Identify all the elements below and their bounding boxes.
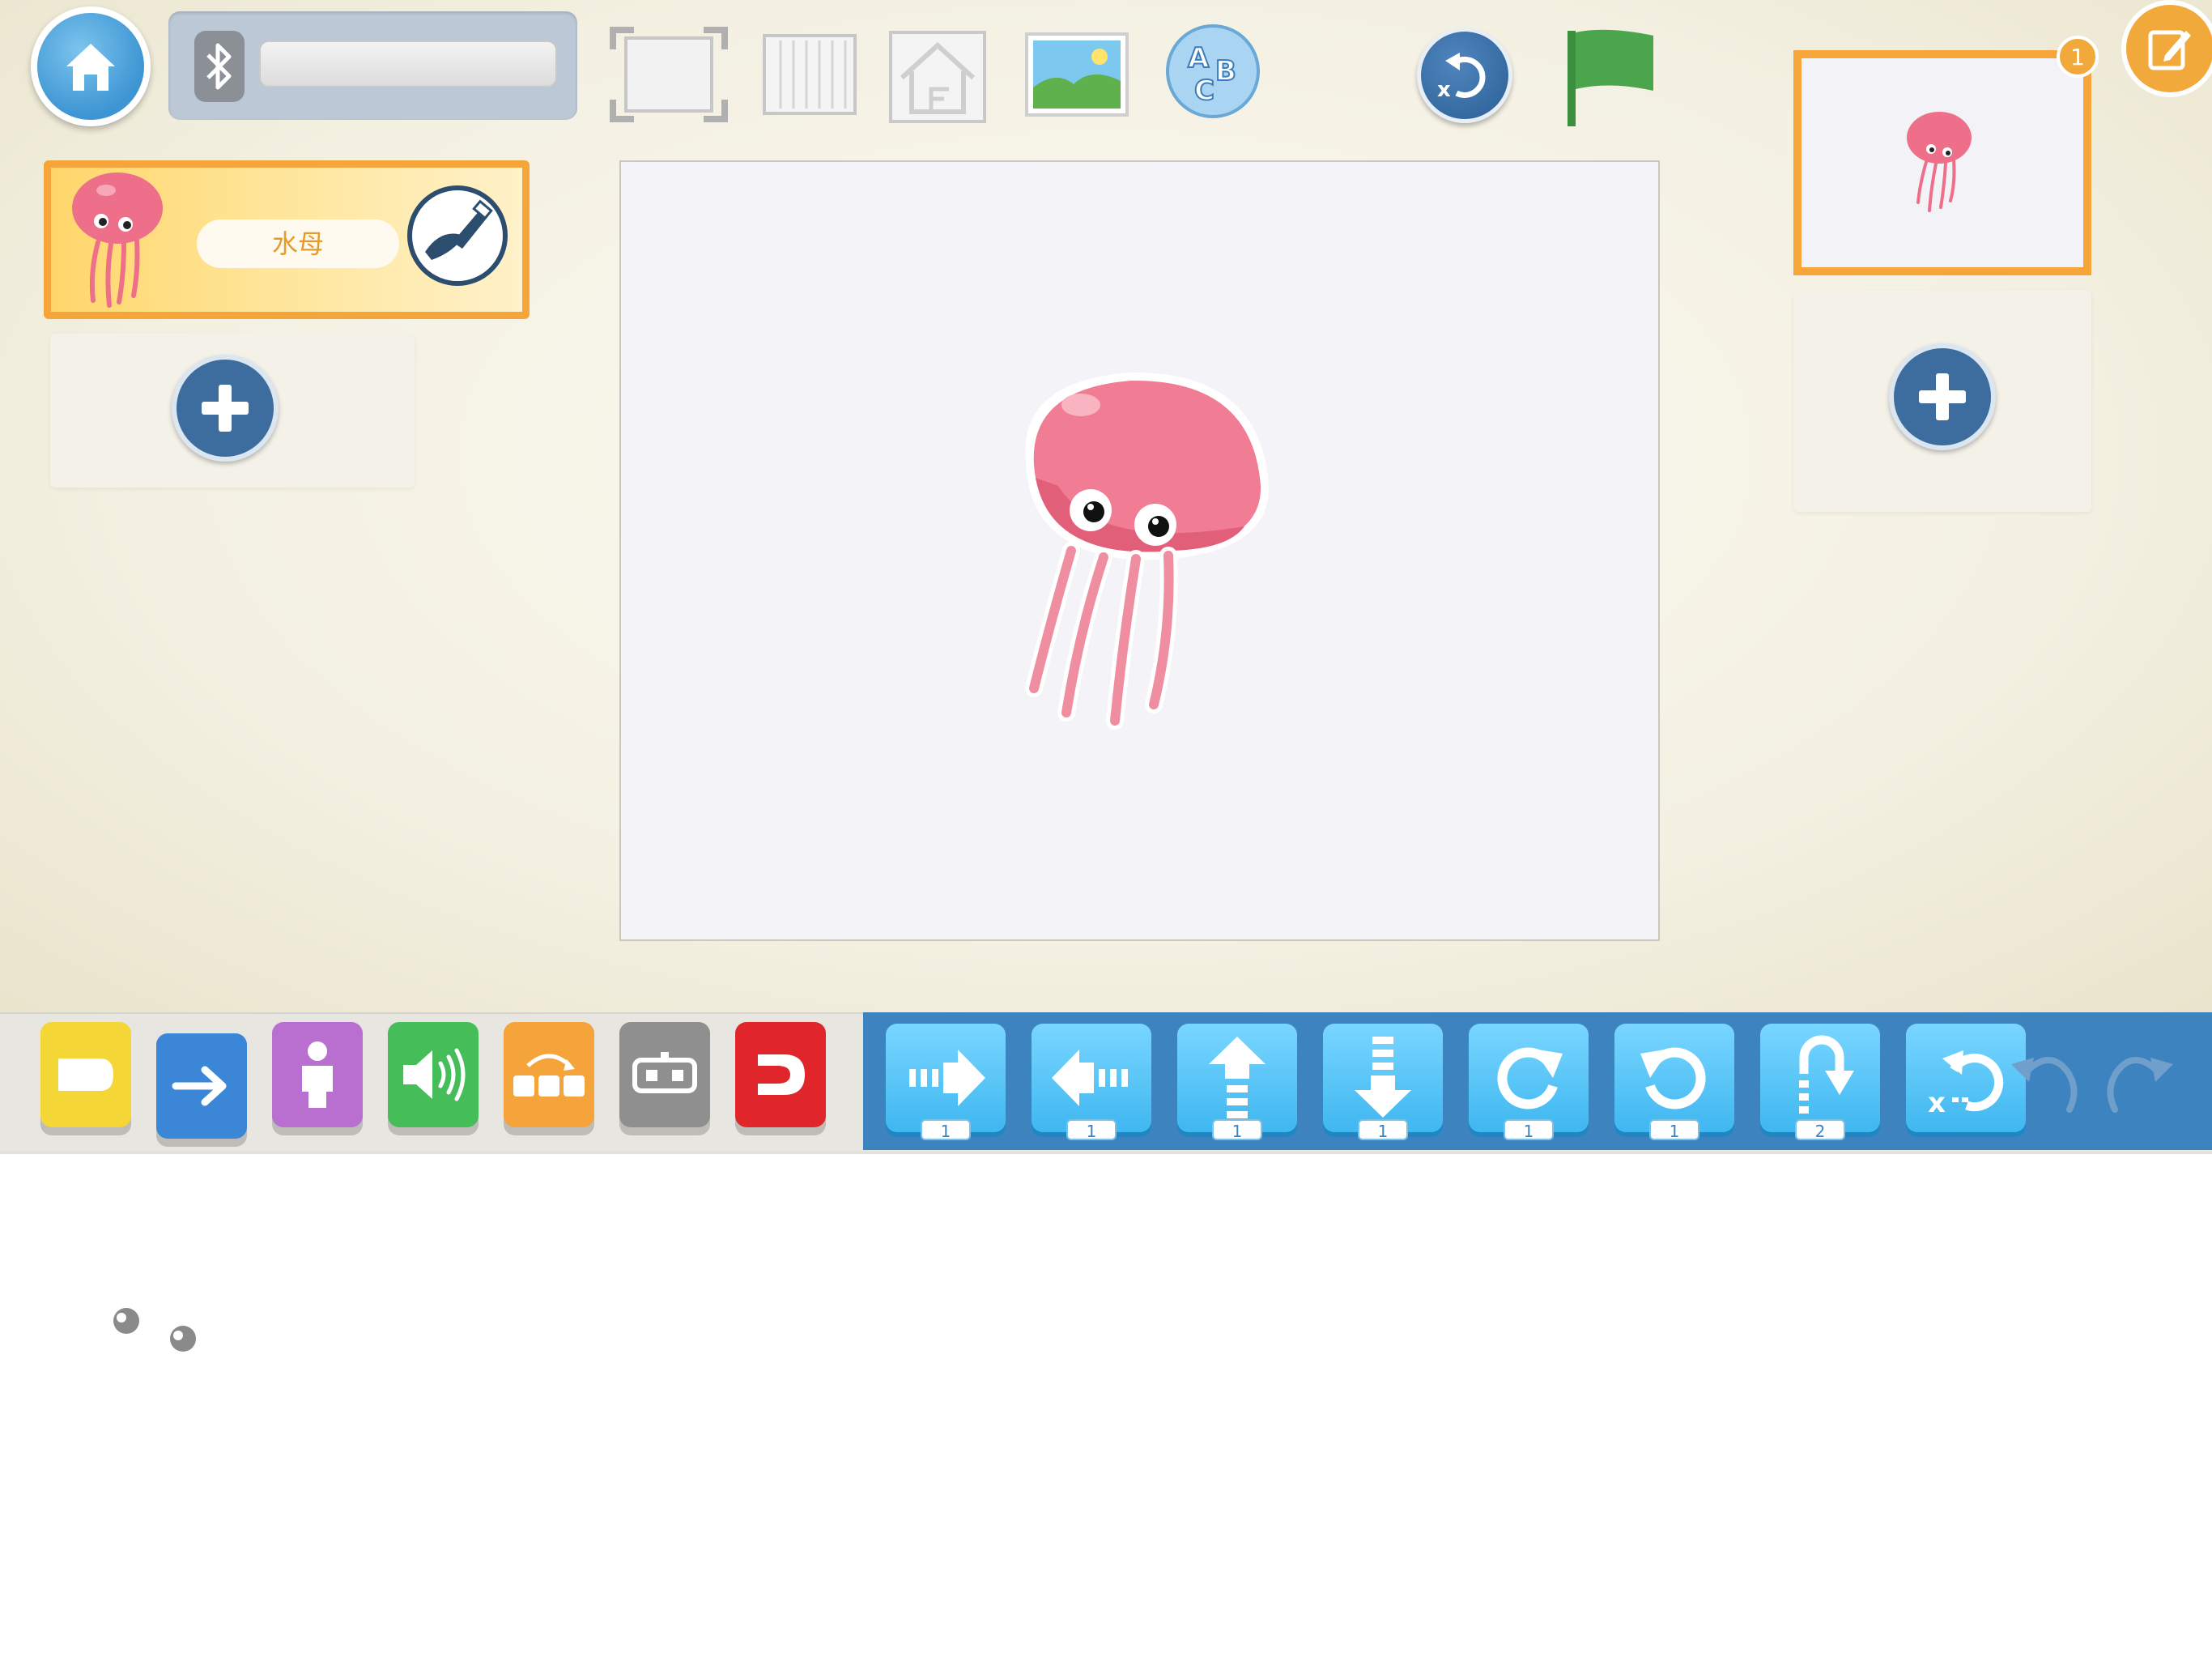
speaker-icon xyxy=(403,1048,466,1101)
paintbrush-icon xyxy=(425,199,493,260)
plus-icon xyxy=(202,385,249,432)
category-end[interactable] xyxy=(735,1022,826,1127)
add-page-button[interactable] xyxy=(1889,343,1996,450)
go-home-icon: x xyxy=(1928,1050,2004,1118)
edit-icon xyxy=(2148,30,2191,70)
add-page-slot xyxy=(1793,290,2091,512)
page-thumbnail-jellyfish xyxy=(1907,112,1972,212)
control-icon xyxy=(513,1054,585,1097)
move-right-icon xyxy=(909,1050,985,1106)
move-left-icon xyxy=(1052,1050,1128,1106)
block-count: 2 xyxy=(1795,1119,1845,1141)
scroll-indicator-dots xyxy=(113,1308,196,1352)
grid-icon xyxy=(763,34,857,115)
reset-icon: x xyxy=(1437,53,1486,102)
page-options-button[interactable] xyxy=(2121,0,2212,97)
undo-icon xyxy=(2011,1057,2078,1113)
stage[interactable] xyxy=(619,160,1660,941)
block-move-left[interactable]: 1 xyxy=(1032,1024,1151,1141)
undo-button[interactable] xyxy=(1998,1037,2086,1124)
block-count: 1 xyxy=(1649,1119,1699,1141)
block-count: 1 xyxy=(921,1119,971,1141)
jellyfish-sprite[interactable] xyxy=(1010,364,1285,737)
move-up-icon xyxy=(1209,1037,1266,1118)
redo-button[interactable] xyxy=(2099,1037,2186,1124)
redo-icon xyxy=(2107,1057,2173,1113)
block-turn-right[interactable]: 1 xyxy=(1469,1024,1589,1141)
bluetooth-button[interactable] xyxy=(194,31,245,102)
svg-text:B: B xyxy=(1215,55,1236,87)
category-control[interactable] xyxy=(504,1022,594,1127)
robot-icon xyxy=(632,1052,697,1093)
plus-icon xyxy=(1919,373,1966,420)
arrow-right-icon xyxy=(172,1066,227,1106)
fullscreen-button[interactable] xyxy=(609,24,729,125)
svg-text:x: x xyxy=(1928,1087,1946,1118)
background-icon xyxy=(1025,32,1129,117)
trigger-icon xyxy=(58,1058,113,1091)
device-name-field[interactable] xyxy=(259,40,557,87)
green-flag-icon xyxy=(1568,29,1653,126)
move-down-icon xyxy=(1355,1037,1411,1118)
page-home-icon xyxy=(889,31,986,123)
person-icon xyxy=(302,1041,333,1108)
category-hardware[interactable] xyxy=(619,1022,710,1127)
block-count: 1 xyxy=(1066,1119,1117,1141)
sprite-name-label[interactable]: 水母 xyxy=(197,219,399,268)
hop-icon xyxy=(1799,1035,1854,1114)
add-sprite-slot xyxy=(50,334,415,488)
sprite-card[interactable]: 水母 xyxy=(44,160,530,319)
page-count-badge: 1 xyxy=(2057,36,2099,78)
text-abc-icon: A B C xyxy=(1187,41,1237,108)
block-hop[interactable]: 2 xyxy=(1760,1024,1880,1141)
block-move-right[interactable]: 1 xyxy=(886,1024,1006,1141)
block-count: 1 xyxy=(1358,1119,1408,1141)
category-motion[interactable] xyxy=(156,1033,247,1139)
background-button[interactable] xyxy=(1023,31,1130,118)
block-count: 1 xyxy=(1504,1119,1554,1141)
svg-text:x: x xyxy=(1437,78,1451,102)
grid-button[interactable] xyxy=(761,32,858,117)
reset-button[interactable]: x xyxy=(1417,28,1512,123)
text-button[interactable]: A B C xyxy=(1166,24,1260,118)
page-thumbnail[interactable] xyxy=(1793,50,2091,275)
add-sprite-button[interactable] xyxy=(172,355,279,462)
turn-left-icon xyxy=(1640,1047,1706,1109)
fullscreen-icon xyxy=(610,27,728,122)
bluetooth-icon xyxy=(206,43,232,90)
category-triggering[interactable] xyxy=(40,1022,131,1127)
green-flag-button[interactable] xyxy=(1558,24,1660,130)
end-icon xyxy=(758,1054,805,1095)
block-turn-left[interactable]: 1 xyxy=(1614,1024,1734,1141)
svg-text:C: C xyxy=(1194,75,1214,107)
category-looks[interactable] xyxy=(272,1022,363,1127)
script-area[interactable] xyxy=(0,1152,2212,1661)
turn-right-icon xyxy=(1497,1047,1563,1109)
bluetooth-panel[interactable] xyxy=(168,11,577,120)
home-icon xyxy=(66,44,115,91)
page-home-button[interactable] xyxy=(887,29,988,125)
block-move-up[interactable]: 1 xyxy=(1177,1024,1297,1141)
block-move-down[interactable]: 1 xyxy=(1323,1024,1443,1141)
svg-text:A: A xyxy=(1188,42,1210,75)
home-button[interactable] xyxy=(31,6,151,126)
block-count: 1 xyxy=(1212,1119,1262,1141)
jellyfish-icon xyxy=(72,172,163,308)
category-sound[interactable] xyxy=(388,1022,479,1127)
paint-editor-button[interactable] xyxy=(407,185,508,286)
